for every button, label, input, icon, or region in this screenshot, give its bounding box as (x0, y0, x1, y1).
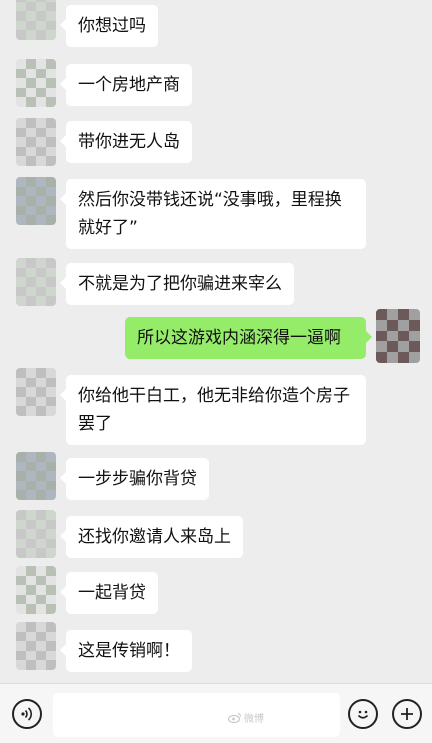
avatar[interactable] (16, 368, 56, 416)
avatar[interactable] (16, 510, 56, 558)
watermark: 微博 (228, 710, 264, 725)
message-bubble[interactable]: 还找你邀请人来岛上 (60, 516, 243, 558)
message-bubble[interactable]: 这是传销啊！ (60, 630, 192, 672)
avatar[interactable] (16, 258, 56, 306)
message-bubble[interactable]: 你给他干白工，他无非给你造个房子罢了 (60, 375, 366, 445)
avatar[interactable] (16, 118, 56, 166)
voice-icon (21, 707, 33, 721)
avatar[interactable] (16, 0, 56, 40)
avatar[interactable] (16, 452, 56, 500)
avatar[interactable] (16, 177, 56, 225)
message-bubble[interactable]: 一起背贷 (60, 572, 158, 614)
plus-icon (401, 708, 413, 720)
voice-button[interactable] (12, 699, 42, 729)
message-bubble[interactable]: 你想过吗 (60, 5, 158, 47)
input-bar: 微博 (0, 683, 432, 743)
avatar[interactable] (16, 59, 56, 107)
message-bubble[interactable]: 带你进无人岛 (60, 121, 192, 163)
weibo-logo-icon (228, 712, 242, 723)
emoji-button[interactable] (348, 699, 378, 729)
message-bubble[interactable]: 然后你没带钱还说“没事哦，里程换就好了” (60, 179, 366, 249)
message-bubble[interactable]: 一个房地产商 (60, 64, 192, 106)
more-button[interactable] (392, 699, 422, 729)
avatar[interactable] (16, 566, 56, 614)
emoji-icon (357, 710, 369, 719)
message-bubble[interactable]: 一步步骗你背贷 (60, 458, 209, 500)
my-avatar[interactable] (376, 309, 420, 363)
message-bubble[interactable]: 不就是为了把你骗进来宰么 (60, 263, 294, 305)
chat-area[interactable]: 你想过吗 一个房地产商 带你进无人岛 然后你没带钱还说“没事哦，里程换就好了” … (0, 0, 432, 683)
message-bubble-sent[interactable]: 所以这游戏内涵深得一逼啊 (125, 317, 372, 359)
avatar[interactable] (16, 622, 56, 670)
message-input[interactable] (53, 693, 340, 737)
watermark-text: 微博 (244, 714, 264, 725)
